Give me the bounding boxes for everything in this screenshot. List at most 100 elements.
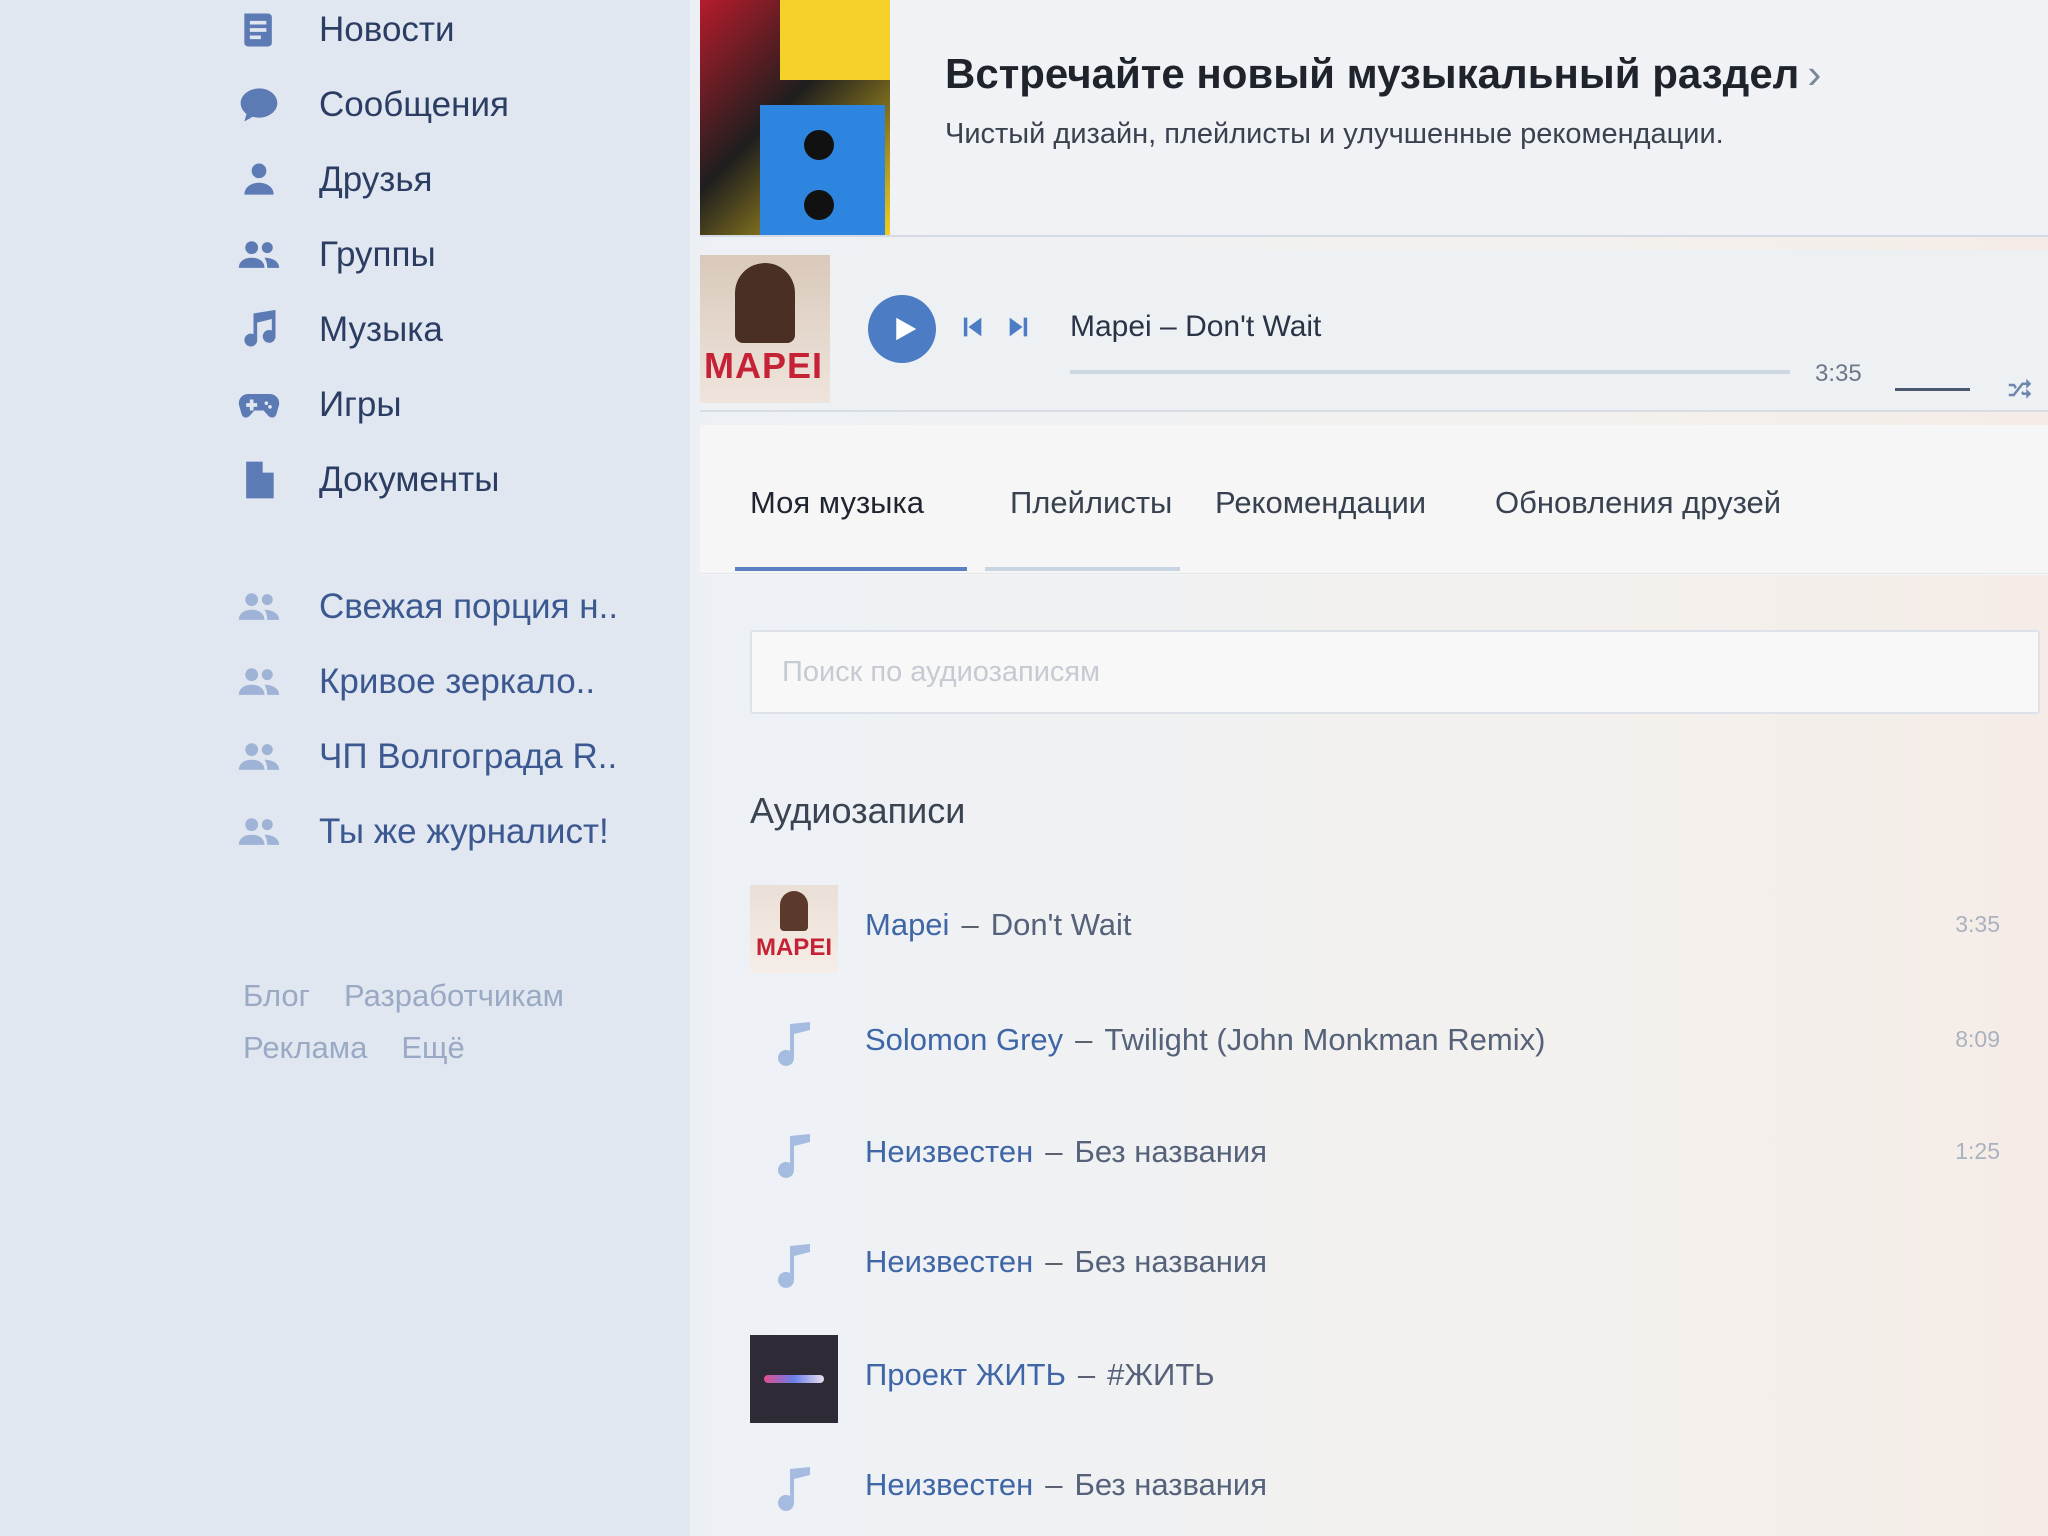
promo-subtitle: Чистый дизайн, плейлисты и улучшенные ре… bbox=[945, 118, 1724, 150]
music-tabs: Моя музыка Плейлисты Рекомендации Обновл… bbox=[700, 425, 2048, 575]
track-title: Twilight (John Monkman Remix) bbox=[1104, 1022, 1546, 1057]
track-row[interactable]: Solomon Grey – Twilight (John Monkman Remi… bbox=[750, 1000, 2000, 1090]
track-duration: 8:09 bbox=[1955, 1026, 2000, 1052]
sidebar-item-friends[interactable]: Друзья bbox=[235, 150, 433, 210]
music-promo-banner[interactable]: Встречайте новый музыкальный раздел › Чис… bbox=[700, 0, 2048, 237]
track-artist[interactable]: Неизвестен bbox=[865, 1467, 1033, 1502]
sidebar-item-label: Группы bbox=[319, 235, 436, 274]
track-title: Без названия bbox=[1074, 1244, 1268, 1279]
cover-text: MAPEI bbox=[704, 345, 824, 386]
footer-link-blog[interactable]: Блог bbox=[243, 978, 310, 1013]
sidebar-group-label: ЧП Волгограда R.. bbox=[319, 737, 618, 776]
tab-friends-updates[interactable]: Обновления друзей bbox=[1495, 485, 1781, 521]
audio-search-input[interactable] bbox=[750, 630, 2040, 714]
footer-link-more[interactable]: Ещё bbox=[401, 1030, 464, 1065]
sidebar-group-item[interactable]: ЧП Волгограда R.. bbox=[235, 727, 617, 787]
sidebar-group-item[interactable]: Кривое зеркало.. bbox=[235, 652, 595, 712]
volume-slider[interactable] bbox=[1895, 388, 1970, 391]
active-tab-indicator bbox=[735, 567, 967, 571]
sidebar-item-games[interactable]: Игры bbox=[235, 375, 402, 435]
promo-artwork bbox=[700, 0, 890, 235]
track-separator: – bbox=[1045, 1467, 1063, 1502]
play-button[interactable] bbox=[868, 295, 936, 363]
tabs-divider bbox=[700, 573, 2048, 574]
music-icon bbox=[235, 306, 283, 354]
track-row[interactable]: Неизвестен – Без названия bbox=[750, 1222, 2000, 1312]
now-playing-cover: MAPEI bbox=[700, 255, 830, 403]
skip-forward-icon bbox=[1009, 317, 1028, 337]
track-title: Без названия bbox=[1074, 1467, 1268, 1502]
track-artist[interactable]: Неизвестен bbox=[865, 1134, 1033, 1169]
hover-tab-indicator bbox=[985, 567, 1180, 571]
shuffle-icon bbox=[2008, 378, 2032, 399]
sidebar-group-item[interactable]: Свежая порция н.. bbox=[235, 577, 618, 637]
track-row[interactable]: Проект ЖИТЬ – #ЖИТЬ bbox=[750, 1335, 2000, 1425]
track-separator: – bbox=[1045, 1134, 1063, 1169]
music-note-icon bbox=[750, 1000, 838, 1088]
track-title: Без названия bbox=[1074, 1134, 1268, 1169]
games-icon bbox=[235, 381, 283, 429]
track-separator: – bbox=[1045, 1244, 1063, 1279]
group-icon bbox=[235, 733, 283, 781]
tab-playlists[interactable]: Плейлисты bbox=[1010, 485, 1172, 521]
music-note-icon bbox=[750, 1445, 838, 1533]
main-content: Встречайте новый музыкальный раздел › Чис… bbox=[700, 0, 2048, 1536]
track-cover-project bbox=[750, 1335, 838, 1423]
track-artist[interactable]: Solomon Grey bbox=[865, 1022, 1063, 1057]
sidebar-item-label: Сообщения bbox=[319, 85, 509, 124]
cover-text: MAPEI bbox=[755, 934, 832, 961]
tab-my-music[interactable]: Моя музыка bbox=[750, 485, 924, 521]
next-track-button[interactable] bbox=[1005, 313, 1037, 345]
track-artist[interactable]: Проект ЖИТЬ bbox=[865, 1357, 1066, 1392]
sidebar-item-label: Документы bbox=[319, 460, 500, 499]
track-row[interactable]: Неизвестен – Без названия 1:25 bbox=[750, 1112, 2000, 1202]
sidebar-item-label: Друзья bbox=[319, 160, 433, 199]
sidebar-item-label: Музыка bbox=[319, 310, 443, 349]
sidebar-item-messages[interactable]: Сообщения bbox=[235, 75, 509, 135]
audio-section-title: Аудиозаписи bbox=[750, 790, 966, 831]
track-separator: – bbox=[1075, 1022, 1093, 1057]
playback-progress-bar[interactable] bbox=[1070, 370, 1790, 374]
page: Новости Сообщения Друзья Группы Музыка И… bbox=[0, 0, 2048, 1536]
track-artist[interactable]: Неизвестен bbox=[865, 1244, 1033, 1279]
messages-icon bbox=[235, 81, 283, 129]
sidebar-group-label: Кривое зеркало.. bbox=[319, 662, 596, 701]
now-playing-duration: 3:35 bbox=[1815, 360, 1862, 387]
music-note-icon bbox=[750, 1112, 838, 1200]
audio-player: MAPEI Mapei – Don't Wait 3:35 bbox=[700, 250, 2048, 412]
track-separator: – bbox=[961, 907, 979, 942]
sidebar-item-music[interactable]: Музыка bbox=[235, 300, 443, 360]
track-title: #ЖИТЬ bbox=[1107, 1357, 1215, 1392]
track-artist[interactable]: Mapei bbox=[865, 907, 949, 942]
track-duration: 3:35 bbox=[1955, 911, 2000, 937]
music-note-icon bbox=[750, 1222, 838, 1310]
group-icon bbox=[235, 808, 283, 856]
track-row[interactable]: Неизвестен – Без названия bbox=[750, 1445, 2000, 1535]
sidebar-item-label: Новости bbox=[319, 10, 455, 49]
documents-icon bbox=[235, 456, 283, 504]
sidebar-item-documents[interactable]: Документы bbox=[235, 450, 499, 510]
track-row[interactable]: MAPEI Mapei – Don't Wait 3:35 bbox=[750, 885, 2000, 975]
left-sidebar: Новости Сообщения Друзья Группы Музыка И… bbox=[0, 0, 690, 1536]
group-icon bbox=[235, 658, 283, 706]
play-icon bbox=[895, 317, 916, 341]
groups-icon bbox=[235, 231, 283, 279]
track-duration: 1:25 bbox=[1955, 1138, 2000, 1164]
sidebar-footer-links: Блог Разработчикам Реклама Ещё bbox=[243, 970, 663, 1074]
chevron-right-icon: › bbox=[1807, 50, 1822, 97]
previous-track-button[interactable] bbox=[958, 313, 990, 345]
track-title: Don't Wait bbox=[990, 907, 1132, 942]
shuffle-button[interactable] bbox=[2005, 375, 2039, 409]
promo-title[interactable]: Встречайте новый музыкальный раздел › bbox=[945, 50, 1821, 98]
skip-back-icon bbox=[963, 317, 982, 337]
group-icon bbox=[235, 583, 283, 631]
sidebar-group-item[interactable]: Ты же журналист! bbox=[235, 802, 609, 862]
friends-icon bbox=[235, 156, 283, 204]
now-playing-title: Mapei – Don't Wait bbox=[1070, 310, 1322, 343]
footer-link-developers[interactable]: Разработчикам bbox=[344, 978, 564, 1013]
sidebar-item-news[interactable]: Новости bbox=[235, 0, 455, 60]
tab-recommendations[interactable]: Рекомендации bbox=[1215, 485, 1426, 521]
sidebar-item-groups[interactable]: Группы bbox=[235, 225, 436, 285]
footer-link-ads[interactable]: Реклама bbox=[243, 1030, 367, 1065]
news-icon bbox=[235, 6, 283, 54]
